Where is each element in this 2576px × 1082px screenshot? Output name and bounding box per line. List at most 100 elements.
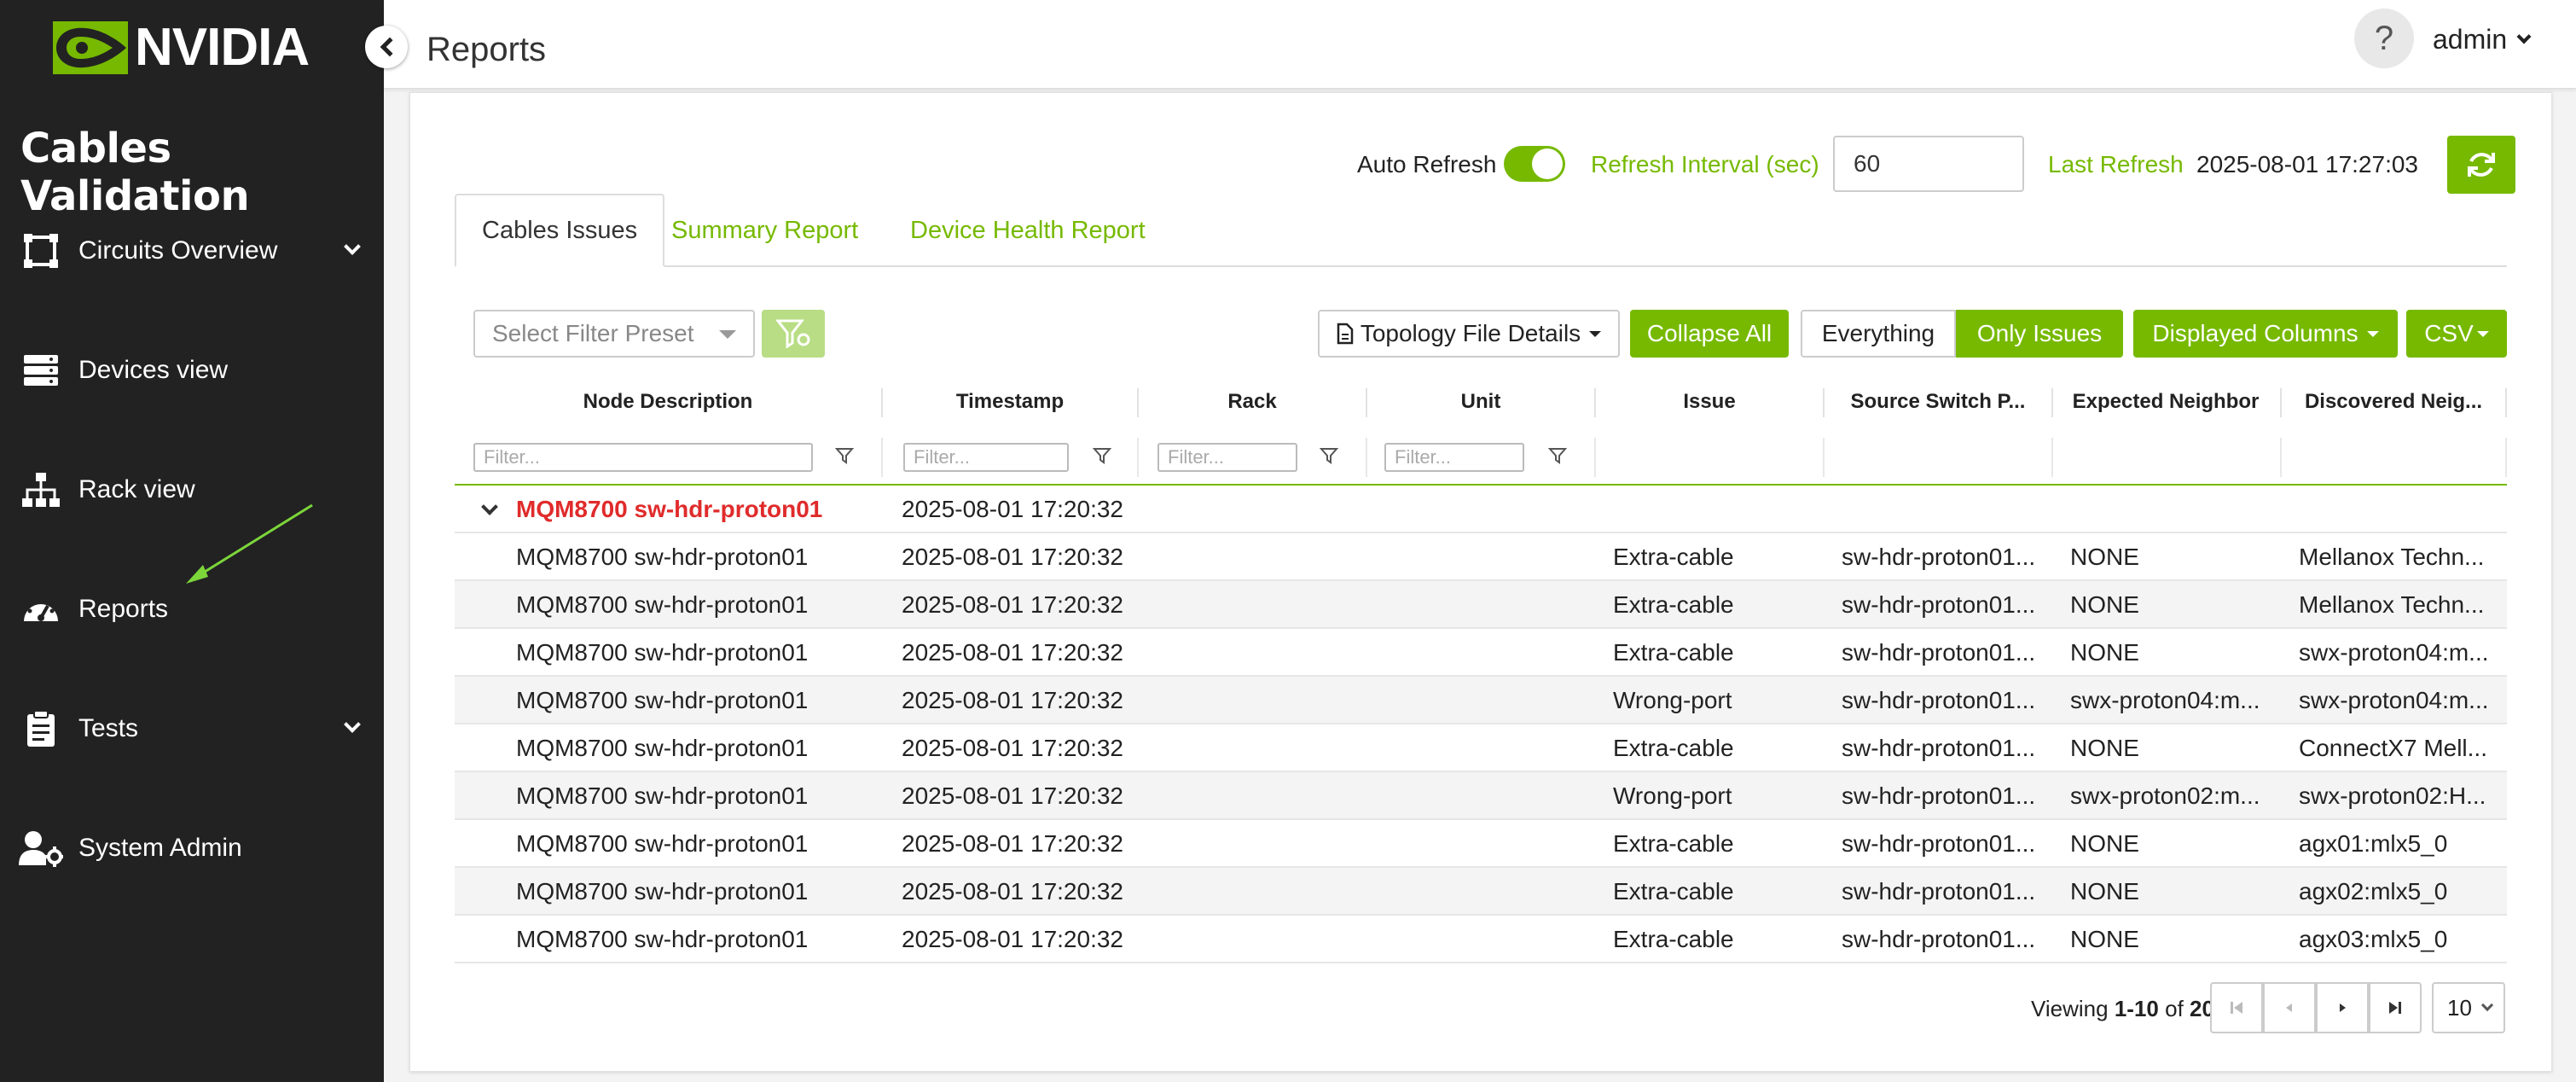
everything-toggle[interactable]: Everything xyxy=(1801,310,1956,358)
filter-preset-select[interactable]: Select Filter Preset xyxy=(473,310,755,358)
column-header-source-switch-port[interactable]: Source Switch P... xyxy=(1831,390,2045,424)
sidebar-item-circuits-overview[interactable]: Circuits Overview xyxy=(0,208,384,294)
expected-neighbor-cell: NONE xyxy=(2070,735,2139,761)
topology-file-details-button[interactable]: Topology File Details xyxy=(1318,310,1620,358)
arrow-annotation-icon xyxy=(186,503,313,584)
discovered-neighbor-cell: agx02:mlx5_0 xyxy=(2299,878,2448,905)
chevron-down-icon xyxy=(2480,998,2494,1012)
filter-preset-placeholder: Select Filter Preset xyxy=(492,320,694,346)
column-separator[interactable] xyxy=(2280,388,2282,417)
last-page-button[interactable] xyxy=(2369,982,2422,1033)
column-separator[interactable] xyxy=(2505,388,2507,417)
page-size-select[interactable]: 10 xyxy=(2432,982,2505,1033)
group-row[interactable]: MQM8700 sw-hdr-proton01 2025-08-01 17:20… xyxy=(455,486,2507,533)
column-header-timestamp[interactable]: Timestamp xyxy=(883,390,1137,424)
caret-left-icon xyxy=(2286,1003,2292,1012)
filter-separator xyxy=(2505,438,2507,477)
top-bar: Reports ? admin xyxy=(384,0,2576,89)
issue-cell: Wrong-port xyxy=(1613,687,1732,713)
timestamp-cell: 2025-08-01 17:20:32 xyxy=(902,687,1123,713)
timestamp-cell: 2025-08-01 17:20:32 xyxy=(902,544,1123,570)
expected-neighbor-cell: NONE xyxy=(2070,830,2139,857)
last-refresh-label: Last Refresh xyxy=(2048,151,2184,177)
csv-export-button[interactable]: CSV xyxy=(2406,310,2507,358)
column-header-node-description[interactable]: Node Description xyxy=(455,390,881,424)
source-switch-port-cell: sw-hdr-proton01... xyxy=(1842,878,2036,905)
sidebar-item-label: Tests xyxy=(78,714,139,742)
filter-icon[interactable] xyxy=(1093,446,1111,465)
table-row[interactable]: MQM8700 sw-hdr-proton01 2025-08-01 17:20… xyxy=(455,581,2507,629)
sidebar-collapse-button[interactable] xyxy=(365,26,408,68)
expected-neighbor-cell: NONE xyxy=(2070,544,2139,570)
source-switch-port-cell: sw-hdr-proton01... xyxy=(1842,735,2036,761)
circuit-icon xyxy=(19,229,63,273)
node-description-filter-input[interactable]: Filter... xyxy=(473,443,813,472)
previous-page-button[interactable] xyxy=(2263,982,2316,1033)
table-row[interactable]: MQM8700 sw-hdr-proton01 2025-08-01 17:20… xyxy=(455,724,2507,772)
column-header-discovered-neighbor[interactable]: Discovered Neig... xyxy=(2287,390,2500,424)
column-header-rack[interactable]: Rack xyxy=(1139,390,1366,424)
column-header-unit[interactable]: Unit xyxy=(1367,390,1594,424)
nvidia-eye-icon xyxy=(53,20,128,74)
rack-filter-input[interactable]: Filter... xyxy=(1157,443,1297,472)
table-row[interactable]: MQM8700 sw-hdr-proton01 2025-08-01 17:20… xyxy=(455,868,2507,916)
save-filter-button[interactable] xyxy=(762,310,825,358)
chevron-down-icon xyxy=(2516,29,2532,44)
first-page-button[interactable] xyxy=(2210,982,2263,1033)
column-header-expected-neighbor[interactable]: Expected Neighbor xyxy=(2057,390,2275,424)
help-button[interactable]: ? xyxy=(2354,9,2414,68)
table-row[interactable]: MQM8700 sw-hdr-proton01 2025-08-01 17:20… xyxy=(455,629,2507,677)
unit-filter-input[interactable]: Filter... xyxy=(1384,443,1524,472)
table-row[interactable]: MQM8700 sw-hdr-proton01 2025-08-01 17:20… xyxy=(455,916,2507,963)
issue-cell: Extra-cable xyxy=(1613,878,1734,905)
chevron-down-icon xyxy=(344,716,361,733)
auto-refresh-toggle[interactable] xyxy=(1504,146,1565,182)
tab-cables-issues[interactable]: Cables Issues xyxy=(455,194,665,267)
table-row[interactable]: MQM8700 sw-hdr-proton01 2025-08-01 17:20… xyxy=(455,677,2507,724)
table-row[interactable]: MQM8700 sw-hdr-proton01 2025-08-01 17:20… xyxy=(455,820,2507,868)
filter-icon[interactable] xyxy=(835,446,854,465)
collapse-all-button[interactable]: Collapse All xyxy=(1630,310,1789,358)
table-row[interactable]: MQM8700 sw-hdr-proton01 2025-08-01 17:20… xyxy=(455,772,2507,820)
expected-neighbor-cell: NONE xyxy=(2070,926,2139,952)
filter-separator xyxy=(881,438,883,477)
timestamp-filter-input[interactable]: Filter... xyxy=(903,443,1069,472)
clipboard-icon xyxy=(19,707,63,751)
sidebar-item-system-admin[interactable]: System Admin xyxy=(0,806,384,891)
chevron-down-icon[interactable] xyxy=(481,498,498,515)
last-page-icon xyxy=(2389,1002,2401,1014)
displayed-columns-button[interactable]: Displayed Columns xyxy=(2133,310,2398,358)
of-label: of xyxy=(2165,996,2184,1021)
table-row[interactable]: MQM8700 sw-hdr-proton01 2025-08-01 17:20… xyxy=(455,533,2507,581)
source-switch-port-cell: sw-hdr-proton01... xyxy=(1842,544,2036,570)
tab-summary-report[interactable]: Summary Report xyxy=(646,194,884,267)
caret-down-icon xyxy=(1589,330,1602,337)
next-page-button[interactable] xyxy=(2316,982,2369,1033)
column-separator[interactable] xyxy=(2051,388,2053,417)
filter-separator xyxy=(1137,438,1139,477)
reports-card: Auto Refresh Refresh Interval (sec) Last… xyxy=(409,92,2552,1072)
only-issues-toggle[interactable]: Only Issues xyxy=(1956,310,2123,358)
nvidia-logo[interactable]: NVIDIA xyxy=(53,17,310,78)
sidebar-item-tests[interactable]: Tests xyxy=(0,686,384,771)
timestamp-cell: 2025-08-01 17:20:32 xyxy=(902,782,1123,809)
expected-neighbor-cell: NONE xyxy=(2070,878,2139,905)
displayed-columns-label: Displayed Columns xyxy=(2152,320,2358,346)
pagination-summary: Viewing 1-10 of 20 xyxy=(2031,996,2214,1022)
filter-icon[interactable] xyxy=(1320,446,1338,465)
group-label: MQM8700 sw-hdr-proton01 xyxy=(516,496,823,522)
sidebar-item-devices-view[interactable]: Devices view xyxy=(0,328,384,413)
tab-device-health-report[interactable]: Device Health Report xyxy=(885,194,1171,267)
refresh-interval-input[interactable] xyxy=(1833,136,2024,192)
timestamp-cell: 2025-08-01 17:20:32 xyxy=(902,830,1123,857)
caret-right-icon xyxy=(2340,1003,2346,1012)
column-separator[interactable] xyxy=(1823,388,1825,417)
timestamp-cell: 2025-08-01 17:20:32 xyxy=(902,591,1123,618)
column-header-issue[interactable]: Issue xyxy=(1596,390,1823,424)
issue-cell: Wrong-port xyxy=(1613,782,1732,809)
user-menu[interactable]: admin xyxy=(2433,24,2532,55)
network-icon xyxy=(19,468,63,512)
filter-icon[interactable] xyxy=(1548,446,1567,465)
logo-text: NVIDIA xyxy=(135,18,310,77)
refresh-button[interactable] xyxy=(2447,136,2515,194)
